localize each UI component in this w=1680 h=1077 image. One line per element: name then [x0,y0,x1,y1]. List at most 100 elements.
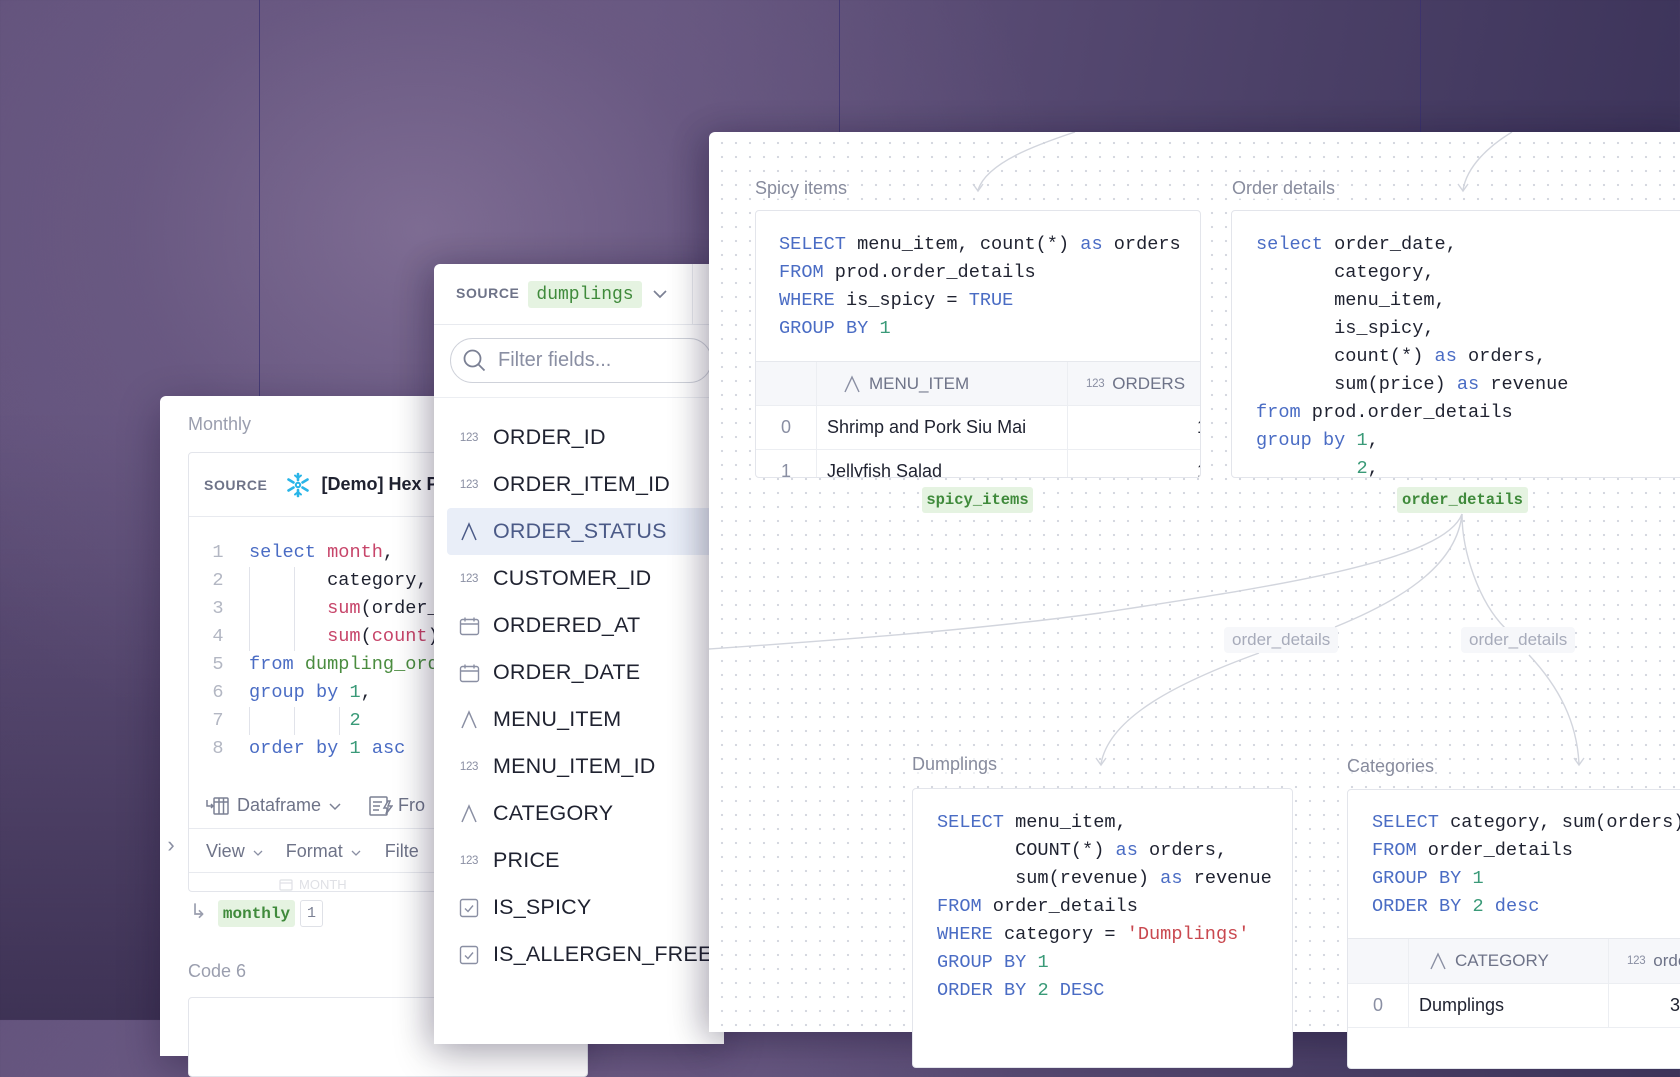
code-line: FROM order_details [937,893,1272,921]
code-token: prod.order_details [1300,402,1513,423]
background-grid-line [1420,0,1421,132]
format-dropdown[interactable]: Format [286,841,361,862]
code-token: 1 [1037,952,1049,973]
code-token: 2 [349,710,361,731]
code-token: DESC [1059,980,1105,1001]
code-token: desc [1494,896,1540,917]
column-header-menu-item[interactable]: MENU_ITEM [817,362,1068,405]
code-line: 1 select month, [189,539,394,567]
result-table: MENU_ITEM 123 ORDERS 0 Shrimp and Pork S… [756,361,1200,477]
code-token: GROUP BY [779,318,869,339]
code-token: from [1256,402,1301,423]
code-text: select order_date, [1256,234,1457,255]
snowflake-icon [285,472,311,498]
generate-button[interactable]: Fro [369,795,425,817]
code-editor[interactable]: SELECT menu_item, COUNT(*) as orders, su… [937,809,1272,1005]
background-grid-line [259,0,260,396]
column-header-orders[interactable]: 123 ORDERS [1068,362,1200,405]
field-name: IS_SPICY [493,895,592,919]
node-card-order-details[interactable]: select order_date, category, menu_item, … [1231,210,1680,478]
source-label: SOURCE [456,285,520,301]
dataframe-dropdown[interactable]: Dataframe [206,795,341,816]
column-header-category[interactable]: CATEGORY [1409,939,1609,983]
field-name: ORDERED_AT [493,613,641,637]
node-card-categories[interactable]: SELECT category, sum(orders) FROM order_d… [1347,789,1680,1069]
code-token: as [1456,374,1480,395]
field-name: CUSTOMER_ID [493,566,652,590]
number-type-icon: 123 [459,854,479,867]
filter-dropdown[interactable]: Filte [385,841,419,862]
code-text: FROM order_details [937,896,1138,917]
code-token: asc [371,738,406,759]
node-card-dumplings[interactable]: SELECT menu_item, COUNT(*) as orders, su… [912,788,1293,1068]
source-dataframe-tag[interactable]: dumplings [528,281,642,308]
field-item[interactable]: IS_SPICY [434,884,724,931]
filter-fields-search[interactable] [450,338,712,383]
field-item[interactable]: CATEGORY [434,790,724,837]
field-item[interactable]: 123 CUSTOMER_ID [434,555,724,602]
column-header-orders[interactable]: 123 orders [1609,939,1680,983]
calendar-icon [279,879,293,891]
output-tag-spicy-items[interactable]: spicy_items [922,487,1033,513]
code-token: COUNT(*) [937,840,1116,861]
index-header [1348,939,1409,983]
field-item[interactable]: 123 PRICE [434,837,724,884]
code-line: 6 group by 1, [189,679,371,707]
field-item[interactable]: 123 ORDER_ITEM_ID [434,461,724,508]
code-text: ORDER BY 2 DESC [937,980,1104,1001]
field-item[interactable]: ORDER_STATUS [447,508,724,555]
table-row: 0 Dumplings 3 [1348,984,1680,1028]
output-variable-tag[interactable]: monthly [218,900,295,927]
node-title-dumplings: Dumplings [912,754,998,775]
code-text: WHERE is_spicy = TRUE [779,290,1013,311]
field-item[interactable]: 123 ORDER_ID [434,414,724,461]
fields-panel-header: SOURCE dumplings [434,264,724,325]
search-icon [463,349,486,372]
code-token: order [249,738,305,759]
code-token: as [1434,346,1457,367]
code-editor[interactable]: SELECT category, sum(orders) FROM order_d… [1372,809,1680,921]
chevron-down-icon [253,841,263,862]
code-token: 2 [1356,458,1368,478]
dag-canvas[interactable]: Spicy items SELECT menu_item, count(*) a… [709,132,1680,1069]
code-token: TRUE [968,290,1014,311]
field-item[interactable]: ORDER_DATE [434,649,724,696]
code-editor[interactable]: select order_date, category, menu_item, … [1256,231,1568,478]
line-number: 7 [212,710,224,731]
chevron-down-icon[interactable] [652,286,668,304]
field-item[interactable]: ORDERED_AT [434,602,724,649]
code-token: as [1115,840,1138,861]
table-header-row: MENU_ITEM 123 ORDERS [756,362,1200,406]
view-dropdown[interactable]: View [206,841,263,862]
code-editor[interactable]: 1 select month, 2 category, 3 sum(order_ 4 s… [189,539,438,763]
code-line: GROUP BY 1 [1372,865,1680,893]
code-line: SELECT menu_item, count(*) as orders [779,231,1181,259]
code-token: by [315,738,339,759]
filter-fields-input[interactable] [498,349,698,372]
field-item[interactable]: IS_ALLERGEN_FREE [434,931,724,978]
edge-into-categories [1528,654,1580,765]
code-text: sum(price) as revenue [1256,374,1568,395]
node-card-spicy-items[interactable]: SELECT menu_item, count(*) as orders FROM… [755,210,1201,478]
field-item[interactable]: MENU_ITEM [434,696,724,743]
code-token: as [1160,868,1183,889]
code-token: category, sum(orders) [1438,812,1680,833]
code-editor[interactable]: SELECT menu_item, count(*) as orders FROM… [779,231,1181,343]
code-token: sum [327,626,361,647]
field-item[interactable]: 123 MENU_ITEM_ID [434,743,724,790]
text-type-icon [844,374,860,392]
expand-chevron-icon[interactable]: › [163,833,179,857]
output-tag-order-details[interactable]: order_details [1397,487,1528,513]
source-label: SOURCE [204,476,268,493]
code-text: group by 1, [249,679,372,707]
code-token: ORDER BY [1372,896,1462,917]
code-token: revenue [1182,868,1272,889]
divider [692,264,693,325]
data-connection-name: [Demo] Hex Pu [321,474,450,494]
code-line: GROUP BY 1 [779,315,1181,343]
code-text: WHERE category = 'Dumplings' [937,924,1249,945]
code-text: 2 [249,707,361,735]
